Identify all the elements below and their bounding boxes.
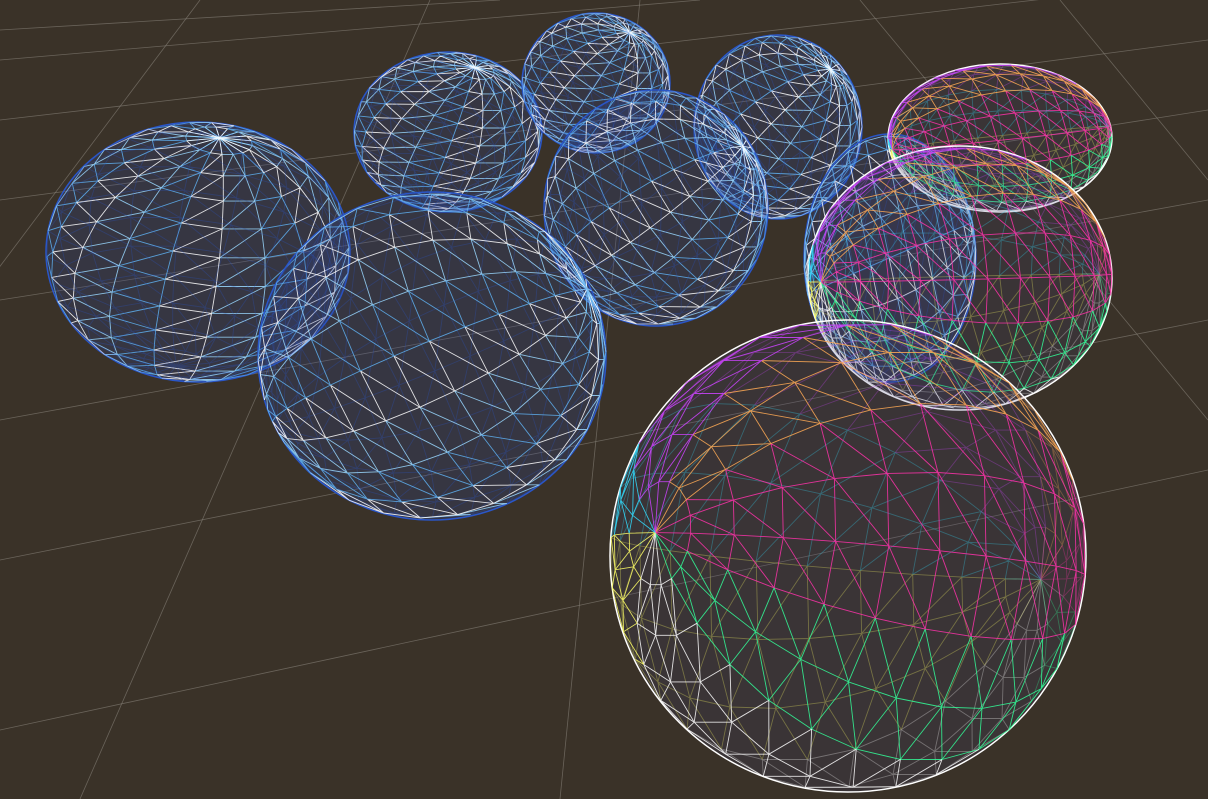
blue-sphere-6[interactable]: [257, 191, 607, 521]
scene-canvas[interactable]: [0, 0, 1208, 799]
3d-viewport[interactable]: [0, 0, 1208, 799]
colored-sphere-3[interactable]: [609, 319, 1087, 793]
blue-sphere-2[interactable]: [353, 51, 543, 213]
